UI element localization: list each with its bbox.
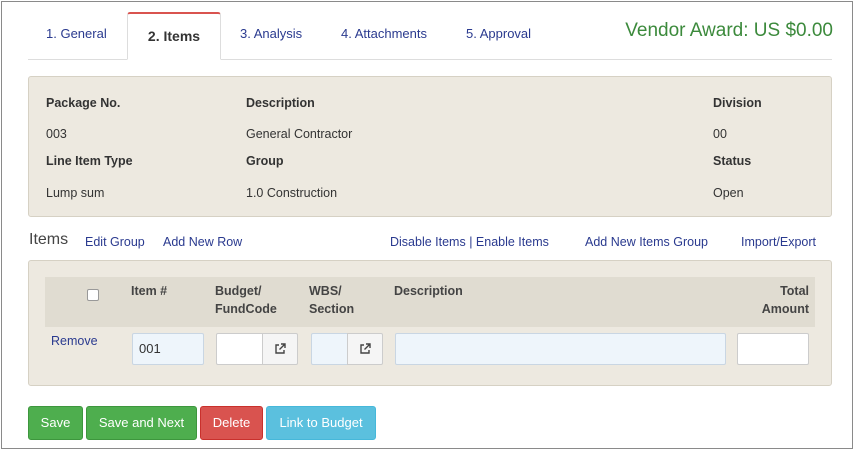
items-section-title: Items (29, 231, 69, 248)
item-no-input[interactable]: 001 (132, 333, 204, 365)
description-label: Description (246, 96, 315, 110)
package-no-label: Package No. (46, 96, 121, 110)
wbs-lookup-button[interactable] (347, 333, 383, 365)
header-item-no: Item # (131, 284, 168, 298)
header-wbs-line1: WBS/ (309, 284, 342, 298)
line-item-type-value: Lump sum (46, 186, 105, 200)
budget-lookup-button[interactable] (262, 333, 298, 365)
save-and-next-button[interactable]: Save and Next (86, 406, 197, 440)
tab-approval[interactable]: 5. Approval (466, 12, 531, 59)
division-label: Division (713, 96, 762, 110)
external-link-icon (360, 343, 371, 354)
header-wbs-line2: Section (309, 302, 355, 316)
header-total-line2: Amount (761, 302, 809, 316)
status-label: Status (713, 154, 752, 168)
wbs-section-input[interactable] (311, 333, 348, 365)
add-new-row-link[interactable]: Add New Row (163, 235, 242, 249)
budget-fundcode-input[interactable] (216, 333, 263, 365)
description-input[interactable] (395, 333, 726, 365)
tab-attachments[interactable]: 4. Attachments (341, 12, 427, 59)
remove-row-link[interactable]: Remove (51, 334, 98, 348)
external-link-icon (275, 343, 286, 354)
link-to-budget-button[interactable]: Link to Budget (266, 406, 376, 440)
items-grid-panel: Item # Budget/ FundCode WBS/ Section Des… (28, 260, 832, 386)
description-value: General Contractor (246, 127, 353, 141)
tab-general[interactable]: 1. General (46, 12, 107, 59)
total-amount-input[interactable] (737, 333, 809, 365)
header-total-line1: Total (780, 284, 809, 298)
package-info-panel: Package No. 003 Description General Cont… (28, 76, 832, 217)
select-all-checkbox[interactable] (87, 289, 99, 301)
import-export-link[interactable]: Import/Export (741, 235, 816, 249)
vendor-award: Vendor Award: US $0.00 (625, 20, 833, 41)
header-budget-line1: Budget/ (215, 284, 262, 298)
status-value: Open (713, 186, 744, 200)
add-new-items-group-link[interactable]: Add New Items Group (585, 235, 708, 249)
delete-button[interactable]: Delete (200, 406, 263, 440)
tab-analysis[interactable]: 3. Analysis (240, 12, 302, 59)
save-button[interactable]: Save (28, 406, 83, 440)
tab-items[interactable]: 2. Items (127, 12, 221, 60)
line-item-type-label: Line Item Type (46, 154, 133, 168)
division-value: 00 (713, 127, 727, 141)
package-no-value: 003 (46, 127, 67, 141)
header-budget-line2: FundCode (215, 302, 277, 316)
header-description: Description (394, 284, 463, 298)
group-label: Group (246, 154, 284, 168)
grid-header: Item # Budget/ FundCode WBS/ Section Des… (45, 277, 815, 327)
edit-group-link[interactable]: Edit Group (85, 235, 145, 249)
disable-enable-items-link[interactable]: Disable Items | Enable Items (390, 235, 549, 249)
group-value: 1.0 Construction (246, 186, 338, 200)
